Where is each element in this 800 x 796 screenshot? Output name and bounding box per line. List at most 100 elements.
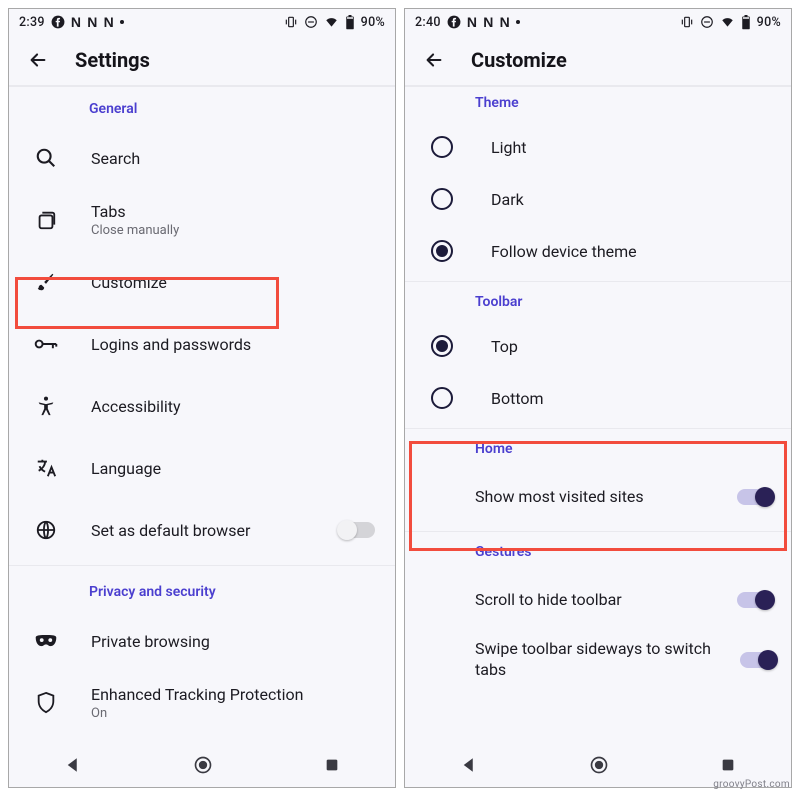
nav-recent[interactable] — [324, 757, 340, 773]
accessibility-icon — [23, 395, 69, 417]
label: Accessibility — [91, 397, 381, 416]
divider — [405, 531, 791, 532]
settings-row-private-browsing[interactable]: Private browsing — [9, 610, 395, 672]
mask-icon — [23, 630, 69, 652]
scroll-hide-toggle[interactable] — [737, 592, 773, 608]
brush-icon — [23, 271, 69, 293]
status-bar: 2:40 N N N 90% — [405, 9, 791, 35]
clock: 2:40 — [415, 15, 441, 30]
wifi-icon — [324, 15, 339, 29]
app-icon-n3: N — [104, 14, 114, 30]
app-icon-n2: N — [483, 14, 493, 30]
phone-settings: 2:39 N N N 90% — [8, 8, 396, 788]
divider — [405, 281, 791, 282]
back-button[interactable] — [423, 49, 445, 71]
label: Logins and passwords — [91, 335, 381, 354]
label: Bottom — [491, 389, 544, 408]
shield-icon — [23, 691, 69, 715]
section-general: General — [9, 87, 395, 127]
label: Swipe toolbar sideways to switch tabs — [475, 639, 726, 681]
divider — [9, 565, 395, 566]
dnd-icon — [304, 15, 318, 29]
more-notifications-dot — [516, 20, 520, 24]
label: Show most visited sites — [475, 487, 723, 508]
section-toolbar: Toolbar — [405, 286, 791, 320]
nav-home[interactable] — [193, 755, 213, 775]
battery-icon — [345, 15, 355, 30]
label: Private browsing — [91, 632, 381, 651]
phone-customize: 2:40 N N N 90% — [404, 8, 792, 788]
facebook-icon — [447, 15, 461, 29]
vibrate-icon — [680, 15, 694, 29]
app-icon-n1: N — [71, 14, 81, 30]
sublabel: On — [91, 706, 381, 721]
app-icon-n2: N — [87, 14, 97, 30]
settings-list: General Search Tabs Close manually — [9, 87, 395, 743]
settings-row-language[interactable]: Language — [9, 437, 395, 499]
label: Dark — [491, 190, 524, 209]
label: Enhanced Tracking Protection — [91, 685, 381, 704]
battery-percent: 90% — [361, 15, 385, 30]
android-nav-bar — [9, 743, 395, 787]
swipe-tabs-toggle[interactable] — [740, 652, 773, 668]
search-icon — [23, 147, 69, 169]
theme-follow-device[interactable]: Follow device theme — [405, 225, 791, 277]
radio-icon — [431, 136, 453, 158]
settings-row-accessibility[interactable]: Accessibility — [9, 375, 395, 437]
nav-back[interactable] — [460, 756, 478, 774]
toolbar-top[interactable]: Top — [405, 320, 791, 372]
wifi-icon — [720, 15, 735, 29]
home-most-visited[interactable]: Show most visited sites — [405, 467, 791, 527]
label: Search — [91, 149, 381, 168]
settings-row-logins[interactable]: Logins and passwords — [9, 313, 395, 375]
status-bar: 2:39 N N N 90% — [9, 9, 395, 35]
globe-icon — [23, 519, 69, 541]
header-title: Customize — [471, 48, 567, 72]
label: Customize — [91, 273, 381, 292]
section-home: Home — [405, 433, 791, 467]
back-button[interactable] — [27, 49, 49, 71]
settings-row-customize[interactable]: Customize — [9, 251, 395, 313]
clock: 2:39 — [19, 15, 45, 30]
label: Language — [91, 459, 381, 478]
tabs-icon — [23, 209, 69, 231]
divider — [405, 428, 791, 429]
label: Follow device theme — [491, 242, 637, 261]
default-browser-toggle[interactable] — [339, 522, 375, 538]
label: Set as default browser — [91, 521, 317, 540]
settings-row-default-browser[interactable]: Set as default browser — [9, 499, 395, 561]
customize-list: Theme Light Dark Follow device theme Too… — [405, 87, 791, 743]
battery-percent: 90% — [757, 15, 781, 30]
app-header: Customize — [405, 35, 791, 87]
settings-row-etp[interactable]: Enhanced Tracking Protection On — [9, 672, 395, 734]
screenshot-pair: 2:39 N N N 90% — [0, 0, 800, 796]
label: Top — [491, 337, 518, 356]
label: Tabs — [91, 202, 381, 221]
nav-back[interactable] — [64, 756, 82, 774]
app-header: Settings — [9, 35, 395, 87]
most-visited-toggle[interactable] — [737, 489, 773, 505]
battery-icon — [741, 15, 751, 30]
language-icon — [23, 457, 69, 479]
radio-icon — [431, 188, 453, 210]
label: Light — [491, 138, 527, 157]
gesture-scroll-hide[interactable]: Scroll to hide toolbar — [405, 570, 791, 630]
facebook-icon — [51, 15, 65, 29]
theme-dark[interactable]: Dark — [405, 173, 791, 225]
settings-row-search[interactable]: Search — [9, 127, 395, 189]
section-theme: Theme — [405, 87, 791, 121]
nav-recent[interactable] — [720, 757, 736, 773]
app-icon-n3: N — [500, 14, 510, 30]
nav-home[interactable] — [589, 755, 609, 775]
radio-icon — [431, 335, 453, 357]
header-title: Settings — [75, 48, 150, 72]
label: Scroll to hide toolbar — [475, 590, 723, 611]
theme-light[interactable]: Light — [405, 121, 791, 173]
settings-row-tabs[interactable]: Tabs Close manually — [9, 189, 395, 251]
vibrate-icon — [284, 15, 298, 29]
section-gestures: Gestures — [405, 536, 791, 570]
toolbar-bottom[interactable]: Bottom — [405, 372, 791, 424]
watermark: groovyPost.com — [713, 779, 790, 790]
radio-icon — [431, 387, 453, 409]
gesture-swipe-tabs[interactable]: Swipe toolbar sideways to switch tabs — [405, 630, 791, 690]
